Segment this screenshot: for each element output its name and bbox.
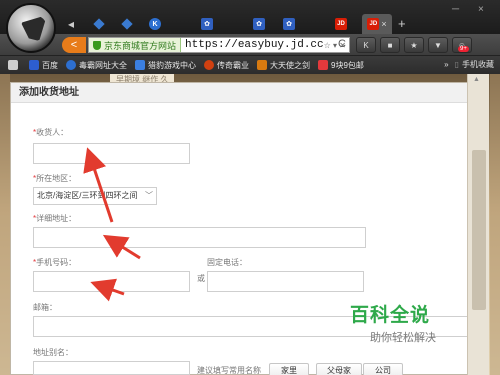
receiver-label-text: 收货人：	[36, 128, 69, 137]
bookmark-home[interactable]	[8, 60, 21, 70]
shield-icon	[93, 40, 101, 50]
minimize-button[interactable]: ─	[452, 4, 459, 15]
tab-4[interactable]: ✿	[196, 14, 218, 34]
bookmark-datianshi[interactable]: 大天使之剑	[257, 60, 310, 71]
notification-badge: 9+	[458, 46, 469, 52]
tag-icon	[318, 60, 328, 70]
address-toolbar: < 京东商城官方网站 https://easybuy.jd.cc ☆ ▾ ✕ C…	[0, 34, 500, 56]
or-label: 或	[197, 274, 205, 283]
watermark: 百科全说 助你轻松解决	[350, 300, 470, 345]
scrollbar-thumb[interactable]	[472, 150, 486, 310]
diamond-favicon-icon	[93, 18, 105, 30]
back-arrow-icon: ◂	[67, 17, 75, 31]
paw-icon	[29, 60, 39, 70]
bookmark-label: 毒霸网址大全	[79, 60, 127, 70]
region-label-text: 所在地区：	[36, 174, 77, 183]
address-input[interactable]	[33, 227, 366, 248]
bookmark-label: 猎豹游戏中心	[148, 60, 196, 70]
bookmark-game-center[interactable]: 猎豹游戏中心	[135, 60, 196, 71]
scroll-up-icon[interactable]: ▲	[473, 76, 480, 83]
tab-bar: ◂ K ✿ ✿ ✿ JD JD × + ─ ×	[0, 0, 500, 34]
url-text[interactable]: https://easybuy.jd.cc	[181, 39, 324, 51]
mobile-label-text: 手机号码：	[36, 258, 77, 267]
bookmark-duba[interactable]: 毒霸网址大全	[66, 60, 127, 71]
k-icon	[66, 60, 76, 70]
alias-label: 地址别名：	[33, 348, 73, 357]
tab-1[interactable]	[88, 14, 110, 34]
receiver-label: *收货人：	[33, 127, 68, 138]
lock-icon[interactable]: ■	[380, 37, 400, 53]
site-badge-label: 京东商城官方网站	[104, 40, 177, 51]
address-label-text: 详细地址：	[36, 214, 77, 223]
chevron-down-icon: ﹀	[145, 191, 153, 200]
star-icon[interactable]: ★	[404, 37, 424, 53]
red-circle-icon	[204, 60, 214, 70]
alias-hint: 建议填写常用名称	[197, 366, 261, 375]
bookmarks-right: » ▯ 手机收藏	[444, 59, 494, 70]
mobile-label: *手机号码：	[33, 257, 76, 268]
region-label: *所在地区：	[33, 173, 76, 184]
browser-logo[interactable]	[6, 3, 56, 53]
bookmark-label: 百度	[42, 60, 58, 70]
phone-input[interactable]	[207, 271, 364, 292]
watermark-title: 百科全说	[350, 304, 431, 326]
k-toolbar-button[interactable]: K	[356, 37, 376, 53]
bookmark-baidu[interactable]: 百度	[29, 60, 58, 71]
page-decor	[490, 74, 500, 375]
tab-active[interactable]: JD ×	[362, 14, 392, 34]
paw-icon	[135, 60, 145, 70]
site-verified-badge[interactable]: 京东商城官方网站	[89, 38, 182, 52]
bookmark-label: 9块9包邮	[331, 60, 364, 70]
back-tab-button[interactable]: ◂	[60, 14, 82, 34]
jd-favicon-icon: JD	[335, 18, 347, 30]
phone-icon: ▯	[454, 60, 459, 69]
download-icon[interactable]: ▼	[428, 37, 448, 53]
diamond-favicon-icon	[121, 18, 133, 30]
tab-2[interactable]	[116, 14, 138, 34]
bookmarks-bar: 百度 毒霸网址大全 猎豹游戏中心 传奇霸业 大天使之剑 9块9包邮 » ▯ 手机…	[0, 56, 500, 74]
alias-input[interactable]	[33, 361, 190, 375]
bookmark-label: 大天使之剑	[270, 60, 310, 70]
tab-5[interactable]: ✿	[248, 14, 270, 34]
receiver-input[interactable]	[33, 143, 190, 164]
home-icon	[8, 60, 18, 70]
page-scrollbar[interactable]: ▲	[467, 74, 489, 375]
cheetah-logo-icon	[21, 15, 47, 41]
bookmarks-more-button[interactable]: »	[444, 60, 448, 69]
watermark-subtitle: 助你轻松解决	[370, 332, 436, 344]
bookmark-chuanqi[interactable]: 传奇霸业	[204, 60, 249, 71]
dialog-title: 添加收货地址	[11, 83, 477, 103]
paw-favicon-icon: ✿	[283, 18, 295, 30]
close-tab-icon[interactable]: ×	[381, 19, 386, 29]
region-value: 北京/海淀区/三环到四环之间	[37, 191, 138, 200]
sword-icon	[257, 60, 267, 70]
address-label: *详细地址：	[33, 213, 76, 224]
bookmark-9kuai9[interactable]: 9块9包邮	[318, 60, 364, 71]
tab-3[interactable]: K	[144, 14, 166, 34]
close-window-button[interactable]: ×	[478, 4, 484, 15]
refresh-icon[interactable]: C	[338, 38, 346, 50]
jd-favicon-icon: JD	[367, 18, 380, 30]
email-label: 邮箱：	[33, 303, 57, 312]
alias-company-button[interactable]: 公司	[363, 363, 403, 375]
mobile-input[interactable]	[33, 271, 190, 292]
mobile-favorites-button[interactable]: 手机收藏	[462, 59, 494, 70]
address-bar[interactable]: 京东商城官方网站 https://easybuy.jd.cc ☆ ▾ ✕	[88, 37, 350, 53]
page-decor	[0, 74, 10, 375]
paw-favicon-icon: ✿	[201, 18, 213, 30]
k-favicon-icon: K	[149, 18, 161, 30]
phone-label: 固定电话：	[207, 258, 247, 267]
tab-6[interactable]: ✿	[278, 14, 300, 34]
region-select[interactable]: 北京/海淀区/三环到四环之间 ﹀	[33, 187, 157, 205]
paw-favicon-icon: ✿	[253, 18, 265, 30]
back-button[interactable]: <	[62, 37, 86, 53]
tab-7[interactable]: JD	[330, 14, 352, 34]
new-tab-button[interactable]: +	[398, 16, 406, 31]
alias-parents-button[interactable]: 父母家	[316, 363, 362, 375]
bookmark-label: 传奇霸业	[217, 60, 249, 70]
toolbar-buttons: K ■ ★ ▼ ☺	[356, 37, 472, 53]
alias-home-button[interactable]: 家里	[269, 363, 309, 375]
